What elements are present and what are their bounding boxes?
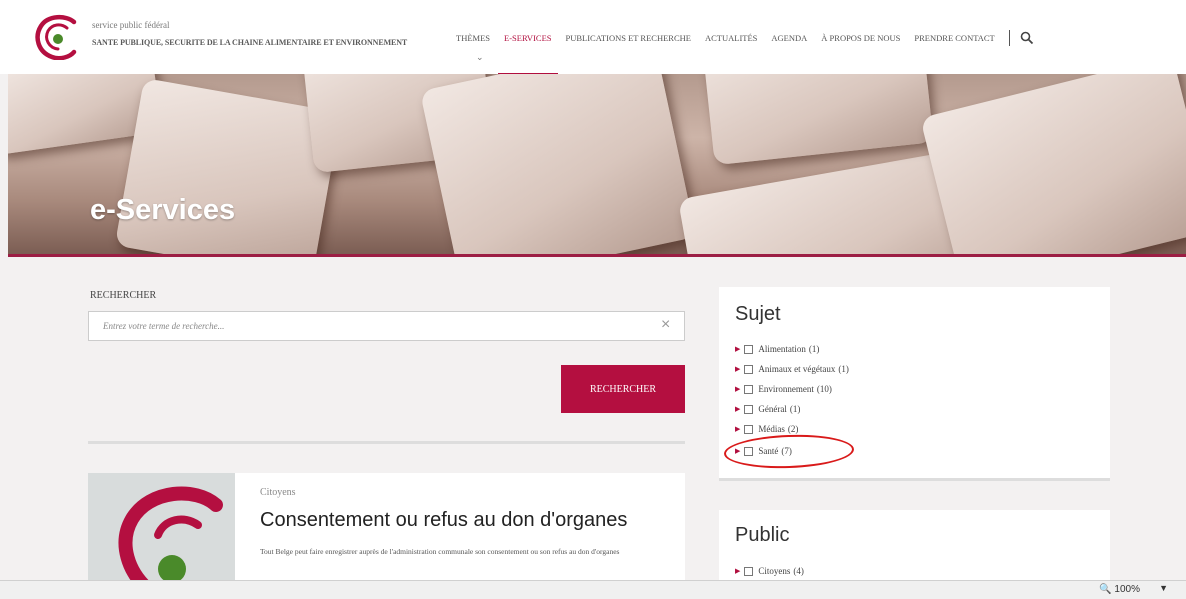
card-category: Citoyens	[260, 487, 296, 498]
nav-publications[interactable]: PUBLICATIONS ET RECHERCHE	[566, 33, 691, 43]
divider	[88, 441, 685, 444]
card-description: Tout Belge peut faire enregistrer auprès…	[260, 547, 620, 556]
triangle-right-icon: ▶	[735, 385, 741, 393]
hero-banner	[8, 74, 1186, 256]
checkbox[interactable]	[744, 446, 754, 456]
dropdown-arrow-icon[interactable]: ▼	[1159, 583, 1168, 593]
filter-count: (7)	[781, 446, 792, 456]
nav-actualites[interactable]: ACTUALITÉS	[705, 33, 757, 43]
zoom-value: 100%	[1114, 584, 1140, 595]
keyboard-key-image	[702, 74, 934, 166]
filter-count: (1)	[789, 404, 801, 414]
keyboard-key-image	[419, 74, 697, 256]
filter-count: (1)	[838, 364, 849, 374]
search-label: RECHERCHER	[90, 290, 157, 301]
checkbox[interactable]	[744, 404, 754, 414]
triangle-right-icon: ▶	[735, 567, 741, 575]
triangle-right-icon: ▶	[735, 365, 741, 373]
main-nav: THÈMES E-SERVICES PUBLICATIONS ET RECHER…	[456, 30, 1034, 76]
keyboard-key-image	[920, 74, 1186, 256]
filter-item-environnement[interactable]: ▶ Environnement (10)	[735, 382, 832, 396]
filter-panel-sujet: Sujet ▶ Alimentation (1) ▶ Animaux et vé…	[719, 287, 1110, 481]
filter-count: (4)	[793, 566, 804, 576]
triangle-right-icon: ▶	[735, 345, 741, 353]
filter-item-alimentation[interactable]: ▶ Alimentation (1)	[735, 342, 819, 356]
filter-label: Médias	[758, 424, 785, 434]
org-name: SANTE PUBLIQUE, SECURITE DE LA CHAINE AL…	[92, 38, 408, 47]
browser-status-bar: 🔍 100% ▼	[0, 580, 1186, 599]
page-title: e-Services	[90, 194, 236, 226]
checkbox[interactable]	[744, 364, 754, 374]
clear-icon[interactable]: ×	[661, 316, 670, 334]
triangle-right-icon: ▶	[735, 447, 741, 455]
checkbox[interactable]	[744, 424, 754, 434]
org-type: service public fédéral	[92, 20, 170, 30]
search-icon[interactable]	[1020, 31, 1034, 45]
filter-label: Général	[758, 404, 787, 414]
filter-item-citoyens[interactable]: ▶ Citoyens (4)	[735, 564, 804, 578]
filter-count: (10)	[816, 384, 832, 394]
checkbox[interactable]	[744, 566, 754, 576]
zoom-level[interactable]: 🔍 100%	[1099, 584, 1140, 595]
nav-e-services[interactable]: E-SERVICES	[498, 33, 557, 76]
filter-count: (2)	[787, 424, 799, 434]
filter-label: Environnement	[758, 384, 814, 394]
filter-item-animaux[interactable]: ▶ Animaux et végétaux (1)	[735, 362, 849, 376]
result-card[interactable]: Citoyens Consentement ou refus au don d'…	[88, 473, 685, 583]
logo-icon[interactable]	[34, 14, 80, 60]
checkbox[interactable]	[744, 384, 754, 394]
filter-item-general[interactable]: ▶ Général (1)	[735, 402, 800, 416]
filter-label: Citoyens	[758, 566, 791, 576]
site-header: service public fédéral SANTE PUBLIQUE, S…	[0, 0, 1186, 76]
filter-title: Sujet	[735, 303, 781, 325]
card-title[interactable]: Consentement ou refus au don d'organes	[260, 509, 627, 532]
filter-count: (1)	[808, 344, 820, 354]
triangle-right-icon: ▶	[735, 425, 741, 433]
hero-accent-line	[8, 254, 1186, 257]
filter-panel-public: Public ▶ Citoyens (4)	[719, 510, 1110, 590]
search-input[interactable]	[88, 311, 685, 341]
filter-item-sante[interactable]: ▶ Santé (7)	[735, 444, 792, 458]
checkbox[interactable]	[744, 344, 754, 354]
nav-separator	[1008, 30, 1010, 46]
filter-label: Animaux et végétaux	[758, 364, 836, 374]
chevron-down-icon[interactable]: ⌄	[476, 52, 484, 63]
nav-contact[interactable]: PRENDRE CONTACT	[914, 33, 994, 43]
card-thumbnail	[88, 473, 235, 583]
filter-label: Alimentation	[758, 344, 806, 354]
nav-agenda[interactable]: AGENDA	[771, 33, 807, 43]
filter-title: Public	[735, 524, 790, 546]
filter-label: Santé	[758, 446, 779, 456]
nav-a-propos[interactable]: À PROPOS DE NOUS	[821, 33, 900, 43]
nav-themes[interactable]: THÈMES	[456, 33, 490, 43]
logo-icon	[118, 486, 223, 583]
triangle-right-icon: ▶	[735, 405, 741, 413]
search-button[interactable]: RECHERCHER	[561, 365, 685, 413]
filter-item-medias[interactable]: ▶ Médias (2)	[735, 422, 798, 436]
